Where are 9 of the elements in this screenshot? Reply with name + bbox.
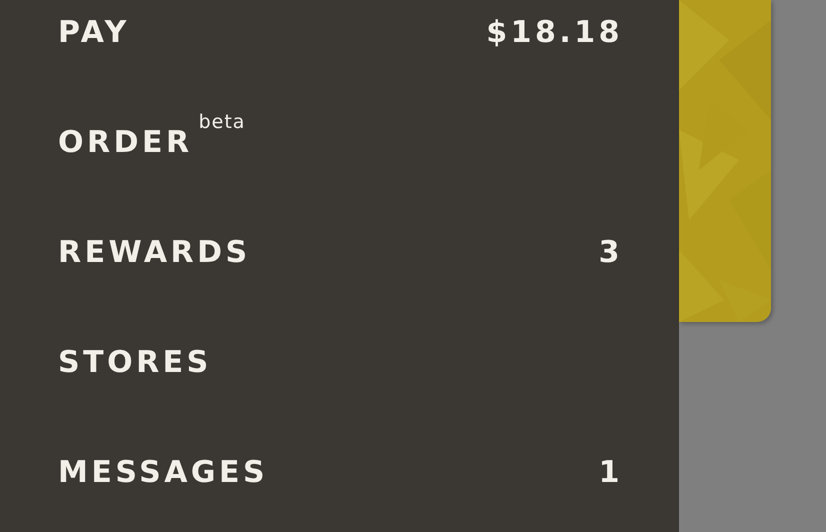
menu-count: $18.18 — [486, 14, 623, 50]
menu-count: 1 — [598, 454, 623, 490]
menu-label[interactable]: ORDER — [58, 124, 193, 160]
menu-label[interactable]: REWARDS — [58, 234, 251, 270]
menu-label[interactable]: MESSAGES — [58, 454, 268, 490]
beta-label: beta — [198, 110, 246, 132]
menu-label[interactable]: PAY — [58, 14, 130, 50]
menu-count: 3 — [598, 234, 623, 270]
menu-label[interactable]: STORES — [58, 344, 212, 380]
